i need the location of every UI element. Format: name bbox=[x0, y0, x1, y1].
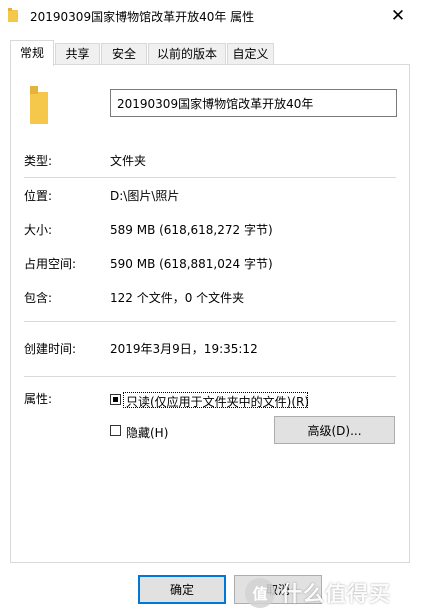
cancel-button[interactable]: 取消 bbox=[234, 575, 322, 604]
title-bar: 20190309国家博物馆改革开放40年 属性 ✕ bbox=[0, 0, 421, 31]
folder-large-icon bbox=[30, 86, 48, 124]
hidden-label[interactable]: 隐藏(H) bbox=[126, 424, 168, 441]
divider bbox=[24, 177, 396, 178]
general-panel bbox=[10, 64, 410, 563]
tab-strip: 常规 共享 安全 以前的版本 自定义 bbox=[10, 40, 412, 66]
type-label: 类型: bbox=[24, 154, 53, 168]
tab-customize[interactable]: 自定义 bbox=[227, 43, 274, 64]
contains-label: 包含: bbox=[24, 291, 53, 305]
disk-size-label: 占用空间: bbox=[24, 257, 77, 271]
location-value: D:\图片\照片 bbox=[110, 189, 180, 203]
readonly-label[interactable]: 只读(仅应用于文件夹中的文件)(R) bbox=[126, 393, 309, 410]
type-value: 文件夹 bbox=[110, 154, 147, 168]
disk-size-value: 590 MB (618,881,024 字节) bbox=[110, 257, 273, 271]
size-value: 589 MB (618,618,272 字节) bbox=[110, 223, 273, 237]
ok-button[interactable]: 确定 bbox=[138, 575, 226, 604]
tab-general[interactable]: 常规 bbox=[10, 40, 54, 66]
tab-sharing[interactable]: 共享 bbox=[55, 43, 100, 64]
attributes-label: 属性: bbox=[24, 392, 53, 406]
divider bbox=[24, 321, 396, 322]
tab-security[interactable]: 安全 bbox=[101, 43, 147, 64]
readonly-checkbox[interactable] bbox=[110, 394, 121, 405]
folder-icon bbox=[8, 8, 18, 22]
advanced-button[interactable]: 高级(D)... bbox=[274, 416, 395, 444]
created-value: 2019年3月9日，19:35:12 bbox=[110, 342, 258, 356]
location-label: 位置: bbox=[24, 189, 53, 203]
close-icon: ✕ bbox=[390, 5, 406, 26]
close-button[interactable]: ✕ bbox=[375, 0, 421, 31]
window-title: 20190309国家博物馆改革开放40年 属性 bbox=[30, 10, 255, 24]
contains-value: 122 个文件，0 个文件夹 bbox=[110, 291, 245, 305]
size-label: 大小: bbox=[24, 223, 53, 237]
folder-name-input[interactable] bbox=[110, 89, 397, 117]
hidden-checkbox[interactable] bbox=[110, 425, 121, 436]
divider bbox=[24, 376, 396, 377]
tab-previous-versions[interactable]: 以前的版本 bbox=[148, 43, 226, 64]
created-label: 创建时间: bbox=[24, 342, 77, 356]
